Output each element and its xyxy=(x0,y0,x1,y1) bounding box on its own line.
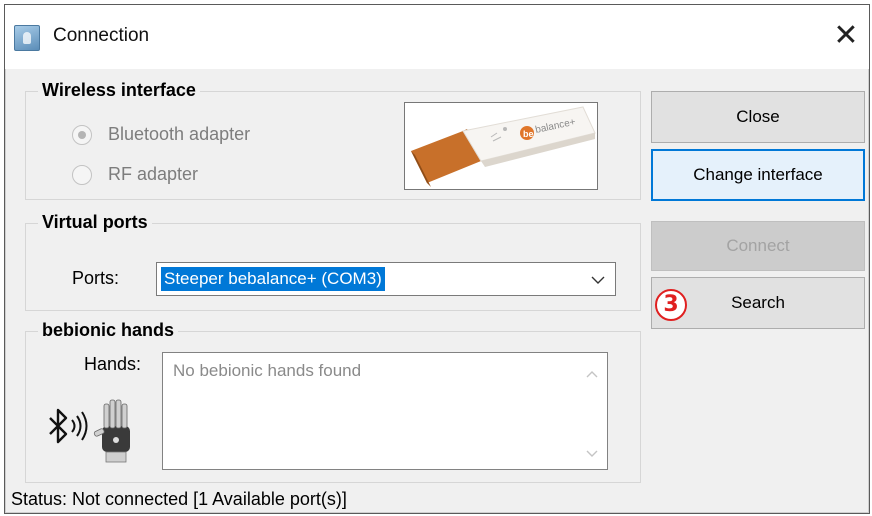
hands-label: Hands: xyxy=(84,354,142,374)
dongle-logo-be: be xyxy=(523,129,534,139)
close-icon[interactable]: ✕ xyxy=(829,21,863,55)
signal-waves-icon xyxy=(71,411,88,441)
bluetooth-adapter-radio[interactable]: Bluetooth adapter xyxy=(72,124,250,145)
connect-button: Connect xyxy=(651,221,865,271)
scroll-up-icon[interactable] xyxy=(585,369,599,379)
rf-adapter-radio[interactable]: RF adapter xyxy=(72,164,198,185)
connection-dialog: Connection ✕ Wireless interface Bluetoot… xyxy=(4,4,870,514)
hands-listbox[interactable]: No bebionic hands found xyxy=(162,352,608,470)
bebionic-hands-title: bebionic hands xyxy=(38,320,179,341)
status-bar-text: Status: Not connected [1 Available port(… xyxy=(11,489,347,509)
hands-list-empty-text: No bebionic hands found xyxy=(173,361,362,380)
scroll-down-icon[interactable] xyxy=(585,449,599,459)
usb-dongle-drawing: be balance+ xyxy=(411,106,596,187)
bluetooth-hand-graphic xyxy=(49,399,130,463)
radio-indicator[interactable] xyxy=(72,124,92,145)
step-number-badge: 3 xyxy=(655,289,687,321)
virtual-ports-group: Virtual ports Ports: Steeper bebalance+ … xyxy=(25,212,641,311)
ports-label: Ports: xyxy=(72,268,120,288)
window-title: Connection xyxy=(53,25,150,46)
radio-indicator[interactable] xyxy=(72,164,92,185)
chevron-down-icon[interactable] xyxy=(591,273,605,287)
virtual-ports-title: Virtual ports xyxy=(38,212,152,233)
change-interface-button[interactable]: Change interface xyxy=(651,149,865,201)
title-bar: Connection ✕ xyxy=(5,5,869,69)
selected-port: Steeper bebalance+ (COM3) xyxy=(161,267,385,291)
bebionic-hands-group: bebionic hands Hands: No bebionic hands … xyxy=(25,320,641,483)
rf-adapter-label: RF adapter xyxy=(108,164,199,184)
wireless-interface-title: Wireless interface xyxy=(38,80,200,101)
ports-dropdown[interactable]: Steeper bebalance+ (COM3) xyxy=(156,262,616,296)
close-button[interactable]: Close xyxy=(651,91,865,143)
usb-dongle-image: be balance+ xyxy=(404,102,598,190)
bluetooth-adapter-label: Bluetooth adapter xyxy=(108,124,251,144)
wireless-interface-group: Wireless interface Bluetooth adapter RF … xyxy=(25,80,641,200)
app-icon xyxy=(14,25,40,51)
bluetooth-icon xyxy=(49,408,68,444)
robotic-hand-icon xyxy=(93,399,130,463)
